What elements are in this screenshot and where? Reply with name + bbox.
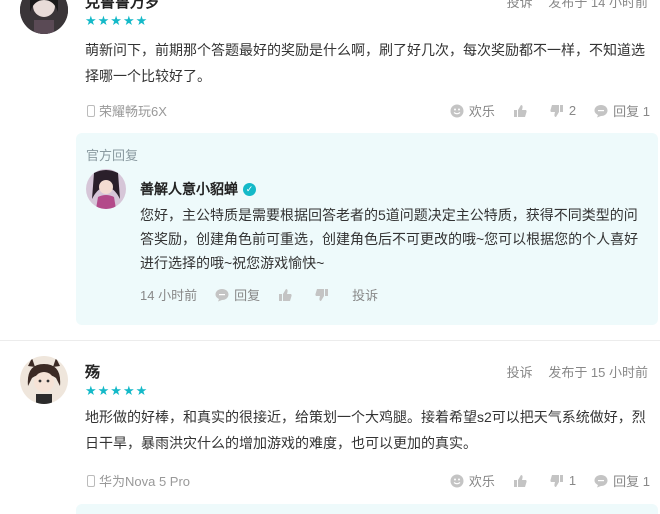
thumbs-down-icon — [315, 288, 329, 301]
rating-stars: ★★★★★ — [85, 383, 149, 398]
like-button[interactable] — [513, 474, 532, 488]
smile-icon — [450, 104, 464, 117]
post-time: 发布于 15 小时前 — [548, 365, 648, 380]
official-like-button[interactable] — [278, 288, 297, 302]
thumbs-up-icon — [513, 474, 527, 487]
official-reply-title: 官方回复 — [86, 148, 139, 163]
device-label: 荣耀畅玩6X — [87, 101, 167, 120]
device-name: 华为Nova 5 Pro — [99, 474, 191, 489]
review-card-1: 克鲁鲁万岁 ★★★★★ 投诉 发布于 14 小时前 萌新问下，前期那个答题最好的… — [0, 0, 660, 340]
fun-button[interactable]: 欢乐 — [450, 101, 495, 120]
fun-button[interactable]: 欢乐 — [450, 471, 495, 490]
official-avatar[interactable] — [86, 169, 126, 209]
reply-button[interactable]: 回复 1 — [594, 101, 650, 120]
official-report-link[interactable]: 投诉 — [352, 285, 378, 304]
like-button[interactable] — [513, 104, 532, 118]
username[interactable]: 殇 — [85, 361, 100, 382]
official-name-row: 善解人意小貂蝉 ✓ — [140, 179, 256, 199]
report-link[interactable]: 投诉 — [507, 365, 533, 380]
comment-icon — [594, 104, 608, 117]
fun-label: 欢乐 — [468, 104, 495, 119]
review-card-2: 殇 ★★★★★ 投诉 发布于 15 小时前 地形做的好棒，和真实的很接近，给策划… — [0, 341, 660, 514]
review-text: 萌新问下，前期那个答题最好的奖励是什么啊，刷了好几次，每次奖励都不一样，不知道选… — [85, 42, 645, 84]
review-meta: 投诉 发布于 14 小时前 — [495, 0, 648, 11]
report-link[interactable]: 投诉 — [507, 0, 533, 10]
reply-button[interactable]: 回复 1 — [594, 471, 650, 490]
official-reply-button[interactable]: 回复 — [215, 285, 260, 304]
thumbs-up-icon — [279, 288, 292, 301]
post-time: 发布于 14 小时前 — [548, 0, 648, 10]
official-name[interactable]: 善解人意小貂蝉 — [140, 179, 238, 199]
official-reply-meta: 14 小时前 回复 投诉 — [140, 285, 396, 304]
dislike-count: 2 — [568, 103, 577, 118]
official-reply-preview — [76, 504, 658, 514]
fun-label: 欢乐 — [468, 474, 495, 489]
user-avatar[interactable] — [20, 356, 68, 404]
device-name: 荣耀畅玩6X — [99, 104, 167, 119]
dislike-button[interactable]: 1 — [550, 473, 576, 488]
verified-badge-icon: ✓ — [243, 182, 256, 196]
rating-stars: ★★★★★ — [85, 13, 149, 28]
username[interactable]: 克鲁鲁万岁 — [85, 0, 160, 12]
thumbs-down-icon — [550, 104, 563, 117]
review-actions: 欢乐 1 回复 1 — [432, 471, 650, 490]
reply-count: 回复 1 — [613, 104, 650, 119]
official-reply-label: 回复 — [234, 288, 261, 303]
reply-count: 回复 1 — [613, 474, 650, 489]
dislike-button[interactable]: 2 — [550, 103, 576, 118]
phone-icon — [87, 104, 95, 117]
thumbs-down-icon — [550, 474, 563, 487]
user-avatar[interactable] — [20, 0, 68, 34]
device-label: 华为Nova 5 Pro — [87, 471, 190, 490]
thumbs-up-icon — [513, 104, 527, 117]
review-actions: 欢乐 2 回复 1 — [432, 101, 650, 120]
official-reply-text: 您好，主公特质是需要根据回答老者的5道问题决定主公特质，获得不同类型的问答奖励，… — [140, 207, 639, 271]
dislike-count: 1 — [568, 473, 577, 488]
phone-icon — [87, 474, 95, 487]
review-meta: 投诉 发布于 15 小时前 — [495, 362, 648, 381]
official-reply-time: 14 小时前 — [140, 288, 198, 303]
comment-icon — [594, 474, 608, 487]
review-text: 地形做的好棒，和真实的很接近，给策划一个大鸡腿。接着希望s2可以把天气系统做好，… — [85, 409, 646, 451]
official-reply: 官方回复 善解人意小貂蝉 ✓ 您好，主公特质是需要根据回答老者的5道问题决定主公… — [76, 133, 658, 325]
smile-icon — [450, 474, 464, 487]
comment-icon — [215, 288, 229, 301]
official-dislike-button[interactable] — [315, 288, 334, 302]
